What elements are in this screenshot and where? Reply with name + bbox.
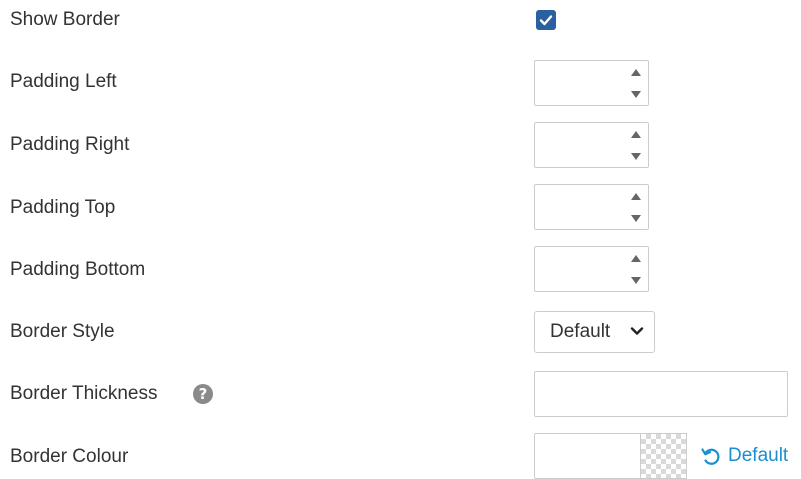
border-colour-label: Border Colour	[10, 446, 129, 467]
border-colour-swatch[interactable]	[640, 433, 687, 479]
border-colour-input[interactable]	[534, 433, 640, 479]
row-padding-right: Padding Right	[0, 120, 801, 170]
caret-down-icon	[631, 152, 641, 160]
row-padding-left: Padding Left	[0, 58, 801, 108]
border-settings-form: Show Border Padding Left Padding Right P…	[0, 0, 801, 479]
padding-left-input[interactable]	[535, 61, 623, 105]
question-circle-icon[interactable]: ?	[193, 384, 213, 404]
row-border-thickness: Border Thickness ?	[0, 368, 801, 418]
caret-up-icon	[631, 130, 641, 138]
padding-top-input[interactable]	[535, 185, 623, 229]
caret-down-icon	[631, 276, 641, 284]
caret-down-icon	[631, 90, 641, 98]
caret-down-icon	[631, 214, 641, 222]
padding-left-label: Padding Left	[10, 71, 117, 92]
checkmark-icon	[539, 15, 553, 26]
padding-top-decrement[interactable]	[624, 207, 648, 229]
show-border-checkbox[interactable]	[536, 10, 556, 30]
padding-right-input[interactable]	[535, 123, 623, 167]
reset-default-link[interactable]: Default	[700, 444, 788, 468]
border-style-selected-value: Default	[550, 321, 611, 342]
padding-top-label: Padding Top	[10, 197, 116, 218]
padding-top-increment[interactable]	[624, 185, 648, 207]
border-thickness-input[interactable]	[534, 371, 788, 417]
border-style-label: Border Style	[10, 321, 115, 342]
padding-top-stepper	[534, 184, 649, 230]
undo-icon	[701, 448, 720, 465]
reset-default-label: Default	[728, 445, 789, 466]
border-thickness-label: Border Thickness	[10, 383, 158, 404]
padding-bottom-label: Padding Bottom	[10, 259, 146, 280]
show-border-label: Show Border	[10, 9, 120, 30]
padding-bottom-decrement[interactable]	[624, 269, 648, 291]
row-border-colour: Border Colour Default	[0, 430, 801, 479]
padding-right-decrement[interactable]	[624, 145, 648, 167]
caret-up-icon	[631, 68, 641, 76]
row-show-border: Show Border	[0, 0, 801, 50]
padding-right-increment[interactable]	[624, 123, 648, 145]
padding-left-increment[interactable]	[624, 61, 648, 83]
padding-bottom-stepper	[534, 246, 649, 292]
border-style-select[interactable]: Default	[534, 311, 655, 353]
row-padding-bottom: Padding Bottom	[0, 244, 801, 294]
padding-right-stepper	[534, 122, 649, 168]
padding-left-stepper	[534, 60, 649, 106]
padding-left-decrement[interactable]	[624, 83, 648, 105]
padding-bottom-input[interactable]	[535, 247, 623, 291]
padding-right-label: Padding Right	[10, 134, 130, 155]
chevron-down-icon	[630, 327, 644, 335]
padding-bottom-increment[interactable]	[624, 247, 648, 269]
row-padding-top: Padding Top	[0, 182, 801, 232]
row-border-style: Border Style Default	[0, 306, 801, 356]
caret-up-icon	[631, 192, 641, 200]
caret-up-icon	[631, 254, 641, 262]
